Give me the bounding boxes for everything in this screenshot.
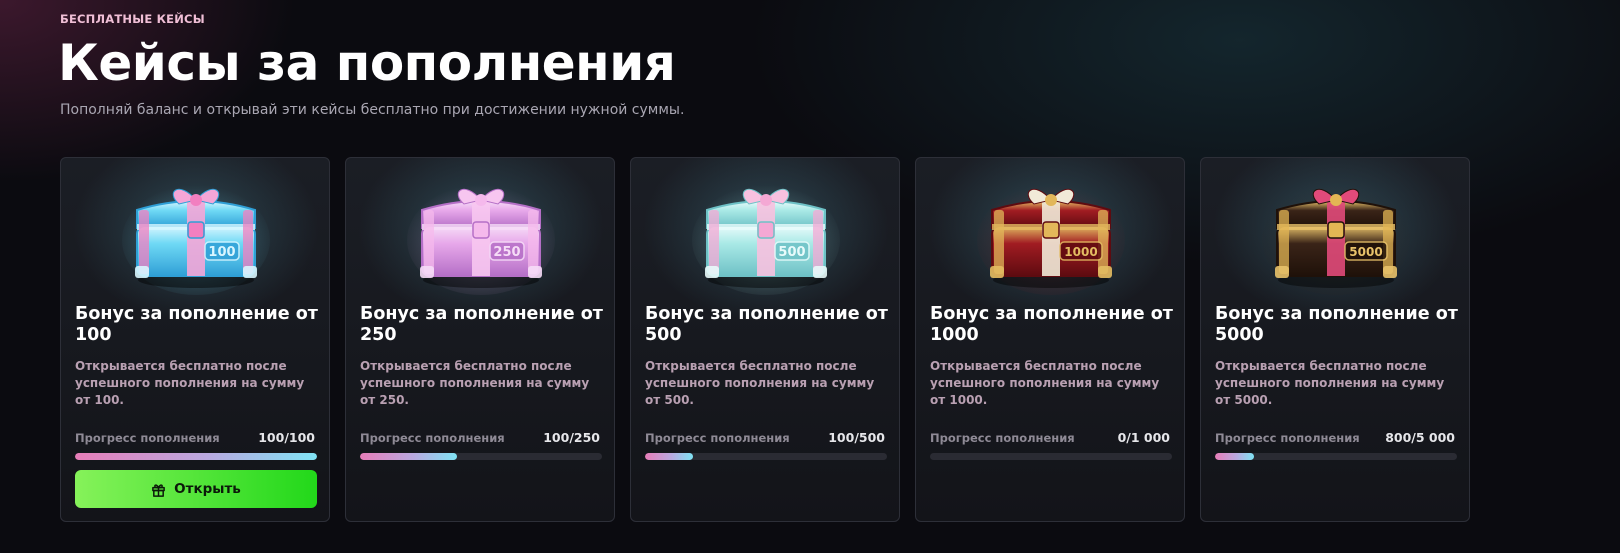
case-title: Бонус за пополнение от 250: [360, 304, 603, 345]
progress-fill: [645, 453, 694, 460]
progress-bar: [1215, 453, 1457, 460]
svg-text:500: 500: [778, 245, 805, 260]
progress-bar: [75, 453, 317, 460]
case-card-1000: 1000 Бонус за пополнение от 1000 Открыва…: [915, 157, 1185, 522]
case-description: Открывается бесплатно после успешного по…: [645, 359, 875, 407]
open-case-button-label: Открыть: [174, 481, 241, 497]
progress-bar: [645, 453, 887, 460]
progress-label: Прогресс пополнения: [1215, 431, 1360, 445]
open-case-button[interactable]: Открыть: [75, 470, 317, 508]
progress-label: Прогресс пополнения: [930, 431, 1075, 445]
case-description: Открывается бесплатно после успешного по…: [360, 359, 590, 407]
page-subtitle: Пополняй баланс и открывай эти кейсы бес…: [60, 102, 685, 118]
case-title: Бонус за пополнение от 500: [645, 304, 888, 345]
progress-value: 800/5 000: [1385, 430, 1455, 445]
progress-bar: [360, 453, 602, 460]
case-card-500: 500 Бонус за пополнение от 500 Открывает…: [630, 157, 900, 522]
progress-value: 100/100: [258, 430, 315, 445]
progress-fill: [75, 453, 317, 460]
case-title: Бонус за пополнение от 1000: [930, 304, 1173, 345]
progress-fill: [1215, 453, 1254, 460]
case-title: Бонус за пополнение от 5000: [1215, 304, 1458, 345]
chest-image-1000: 1000: [916, 170, 1184, 295]
case-description: Открывается бесплатно после успешного по…: [930, 359, 1160, 407]
progress-label: Прогресс пополнения: [645, 431, 790, 445]
progress-value: 100/250: [543, 430, 600, 445]
case-title: Бонус за пополнение от 100: [75, 304, 318, 345]
progress-value: 0/1 000: [1117, 430, 1170, 445]
svg-text:100: 100: [208, 245, 235, 260]
progress-fill: [360, 453, 457, 460]
case-description: Открывается бесплатно после успешного по…: [1215, 359, 1445, 407]
chest-image-500: 500: [631, 170, 899, 295]
svg-text:5000: 5000: [1349, 245, 1382, 259]
case-description: Открывается бесплатно после успешного по…: [75, 359, 305, 407]
case-card-100: 100 Бонус за пополнение от 100 Открывает…: [60, 157, 330, 522]
svg-text:1000: 1000: [1064, 245, 1097, 259]
gift-icon: [151, 482, 166, 497]
chest-image-100: 100: [61, 170, 329, 295]
progress-label: Прогресс пополнения: [360, 431, 505, 445]
page-title: Кейсы за пополнения: [58, 34, 676, 92]
progress-value: 100/500: [828, 430, 885, 445]
progress-bar: [930, 453, 1172, 460]
svg-text:250: 250: [493, 245, 520, 260]
chest-image-5000: 5000: [1201, 170, 1469, 295]
progress-label: Прогресс пополнения: [75, 431, 220, 445]
chest-image-250: 250: [346, 170, 614, 295]
case-card-5000: 5000 Бонус за пополнение от 5000 Открыва…: [1200, 157, 1470, 522]
section-eyebrow: БЕСПЛАТНЫЕ КЕЙСЫ: [60, 12, 205, 26]
case-card-250: 250 Бонус за пополнение от 250 Открывает…: [345, 157, 615, 522]
